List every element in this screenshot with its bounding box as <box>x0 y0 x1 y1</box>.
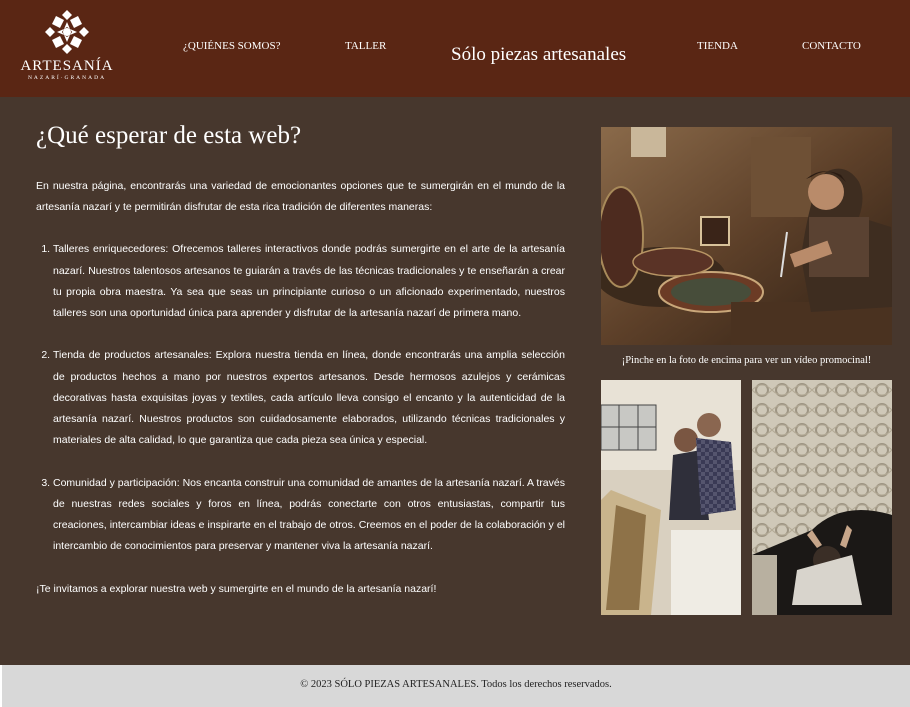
main-content: ¿Qué esperar de esta web? En nuestra pág… <box>0 97 910 665</box>
promo-video-photo[interactable] <box>601 127 892 345</box>
ceiling-restoration-image <box>752 380 892 615</box>
artisan-workshop-image <box>601 127 892 345</box>
page-heading: ¿Qué esperar de esta web? <box>36 122 302 149</box>
nav-link-taller[interactable]: TALLER <box>345 40 386 52</box>
list-item: Tienda de productos artesanales: Explora… <box>53 345 565 451</box>
outro-paragraph: ¡Te invitamos a explorar nuestra web y s… <box>36 582 437 595</box>
logo-emblem-icon <box>45 10 89 54</box>
artisans-working-image <box>601 380 741 615</box>
article: ¿Qué esperar de esta web? En nuestra pág… <box>36 121 565 600</box>
site-header: ARTESANÍA NAZARÍ·GRANADA ¿QUIÉNES SOMOS?… <box>0 0 910 97</box>
site-title: Sólo piezas artesanales <box>451 44 627 65</box>
site-logo[interactable]: ARTESANÍA NAZARÍ·GRANADA <box>18 8 116 92</box>
features-list: Talleres enriquecedores: Ofrecemos talle… <box>36 239 565 557</box>
logo-subtext: NAZARÍ·GRANADA <box>27 75 107 81</box>
nav-link-quienes-somos[interactable]: ¿QUIÉNES SOMOS? <box>183 40 280 52</box>
logo-text: ARTESANÍA <box>20 58 114 74</box>
video-caption: ¡Pinche en la foto de encima para ver un… <box>621 355 872 366</box>
plaster-carving-photo <box>752 380 892 615</box>
site-footer: © 2023 SÓLO PIEZAS ARTESANALES. Todos lo… <box>0 665 910 707</box>
intro-paragraph: En nuestra página, encontrarás una varie… <box>36 180 565 214</box>
workshop-photo <box>601 380 741 615</box>
list-item: Comunidad y participación: Nos encanta c… <box>53 473 565 558</box>
nav-link-contacto[interactable]: CONTACTO <box>802 40 861 52</box>
nav-link-tienda[interactable]: TIENDA <box>697 40 738 52</box>
footer-copyright: © 2023 SÓLO PIEZAS ARTESANALES. Todos lo… <box>300 679 612 690</box>
list-item: Talleres enriquecedores: Ofrecemos talle… <box>53 239 565 324</box>
